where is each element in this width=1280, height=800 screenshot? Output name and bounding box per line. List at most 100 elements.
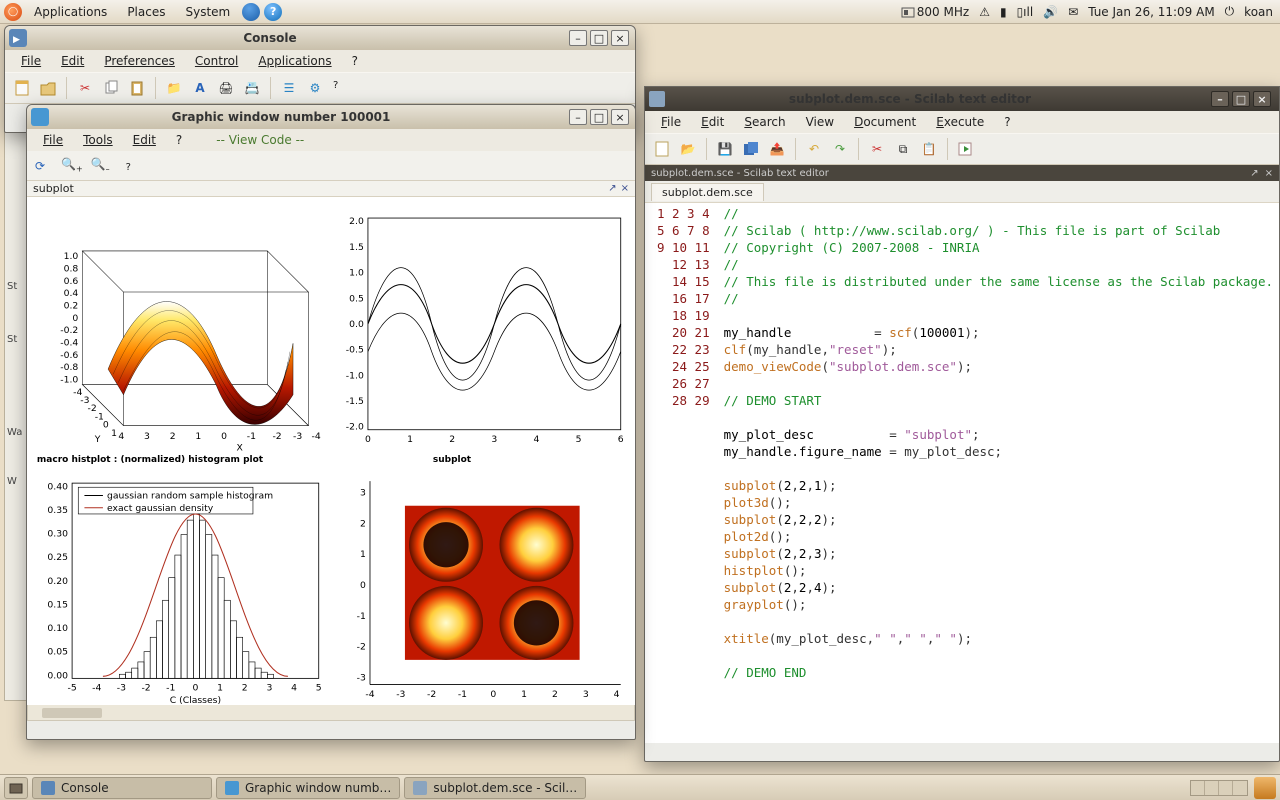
menu-edit[interactable]: Edit [123,131,166,149]
svg-text:-4: -4 [312,431,321,442]
menu-edit[interactable]: Edit [51,52,94,70]
editor-titlebar[interactable]: subplot.dem.sce - Scilab text editor – □… [645,87,1279,111]
show-desktop-button[interactable] [4,777,28,799]
new-icon[interactable] [651,138,673,160]
network-signal-icon[interactable]: ▯ıll [1014,5,1037,19]
menu-edit[interactable]: Edit [691,113,734,131]
menu-search[interactable]: Search [734,113,795,131]
menu-document[interactable]: Document [844,113,926,131]
svg-text:4: 4 [614,689,620,700]
close-button[interactable]: × [611,109,629,125]
warning-indicator-icon[interactable]: ⚠ [976,5,993,19]
ubuntu-logo-icon[interactable]: ◯ [4,3,22,21]
svg-text:1: 1 [360,549,366,560]
tab-current-file[interactable]: subplot.dem.sce [651,183,764,201]
menu-applications[interactable]: Applications [248,52,341,70]
close-button[interactable]: × [611,30,629,46]
graphic-titlebar[interactable]: Graphic window number 100001 – □ × [27,105,635,129]
svg-text:1.0: 1.0 [349,268,364,279]
code-area[interactable]: // // Scilab ( http://www.scilab.org/ ) … [718,203,1279,743]
help-icon[interactable]: ? [264,3,282,21]
menu-file[interactable]: File [11,52,51,70]
paste-icon[interactable] [126,77,148,99]
volume-icon[interactable]: 🔊 [1040,5,1061,19]
zoom-out-icon[interactable]: 🔍– [91,157,110,173]
svg-text:-1.0: -1.0 [346,370,364,381]
close-subpanel-icon[interactable]: × [1265,168,1273,179]
font-icon[interactable]: A [189,77,211,99]
detach-icon[interactable]: ↗ [608,183,616,194]
svg-text:5: 5 [576,434,582,445]
task-console[interactable]: Console [32,777,212,799]
zoom-in-icon[interactable]: 🔍+ [61,157,83,173]
detach-icon[interactable]: ↗ [1250,168,1258,179]
menu-system[interactable]: System [177,3,238,21]
list-icon[interactable]: ☰ [278,77,300,99]
user-menu[interactable]: koan [1241,5,1276,19]
new-doc-icon[interactable] [11,77,33,99]
svg-text:4: 4 [291,683,297,694]
view-code-link[interactable]: -- View Code -- [206,131,314,149]
save-all-icon[interactable] [740,138,762,160]
svg-text:0.5: 0.5 [349,293,364,304]
menu-view[interactable]: View [796,113,844,131]
execute-icon[interactable] [955,138,977,160]
menu-preferences[interactable]: Preferences [94,52,185,70]
menu-applications[interactable]: Applications [26,3,115,21]
workspace-pager[interactable] [1190,780,1248,796]
close-button[interactable]: × [1253,91,1271,107]
copy-icon[interactable] [100,77,122,99]
help-toolbar-icon[interactable]: ? [330,77,352,99]
open-icon[interactable] [37,77,59,99]
svg-text:-0.4: -0.4 [60,337,78,348]
plot-histogram: macro histplot : (normalized) histogram … [31,455,329,701]
menu-control[interactable]: Control [185,52,248,70]
menu-file[interactable]: File [33,131,73,149]
menu-execute[interactable]: Execute [926,113,994,131]
minimize-button[interactable]: – [569,30,587,46]
cut-icon[interactable]: ✂ [74,77,96,99]
rotate-icon[interactable]: ⟳ [35,159,45,173]
menu-tools[interactable]: Tools [73,131,123,149]
minimize-button[interactable]: – [1211,91,1229,107]
menu-help[interactable]: ? [166,131,192,149]
gear-icon[interactable]: ⚙ [304,77,326,99]
menu-places[interactable]: Places [119,3,173,21]
svg-text:2: 2 [360,518,366,529]
maximize-button[interactable]: □ [1232,91,1250,107]
mail-icon[interactable]: ✉ [1065,5,1081,19]
print-icon[interactable]: 🖨 [215,77,237,99]
svg-text:0.35: 0.35 [47,505,68,516]
maximize-button[interactable]: □ [590,109,608,125]
minimize-button[interactable]: – [569,109,587,125]
undo-icon[interactable]: ↶ [803,138,825,160]
cut-icon[interactable]: ✂ [866,138,888,160]
settings2-icon[interactable]: 📇 [241,77,263,99]
svg-text:-2: -2 [427,689,436,700]
menu-help[interactable]: ? [994,113,1020,131]
help-toolbar-icon[interactable]: ? [126,159,131,173]
power-icon[interactable]: ⏻ [1222,4,1238,19]
task-editor[interactable]: subplot.dem.sce - Scil… [404,777,586,799]
clock[interactable]: Tue Jan 26, 11:09 AM [1085,5,1217,19]
console-titlebar[interactable]: ▶ Console – □ × [5,26,635,50]
editor-app-icon [649,91,665,107]
cpu-indicator[interactable]: 800 MHz [898,5,972,19]
task-graphic-window[interactable]: Graphic window numb… [216,777,400,799]
svg-text:-3: -3 [293,431,302,442]
firefox-icon[interactable] [242,3,260,21]
redo-icon[interactable]: ↷ [829,138,851,160]
save-icon[interactable]: 💾 [714,138,736,160]
open-icon[interactable]: 📂 [677,138,699,160]
trash-icon[interactable] [1254,777,1276,799]
paste-icon[interactable]: 📋 [918,138,940,160]
menu-help[interactable]: ? [342,52,368,70]
editor-body[interactable]: 1 2 3 4 5 6 7 8 9 10 11 12 13 14 15 16 1… [645,203,1279,743]
export-icon[interactable]: 📤 [766,138,788,160]
copy-icon[interactable]: ⧉ [892,138,914,160]
folder-icon[interactable]: 📁 [163,77,185,99]
menu-file[interactable]: File [651,113,691,131]
maximize-button[interactable]: □ [590,30,608,46]
battery-icon[interactable]: ▮ [997,5,1010,19]
close-subpanel-icon[interactable]: × [621,183,629,194]
